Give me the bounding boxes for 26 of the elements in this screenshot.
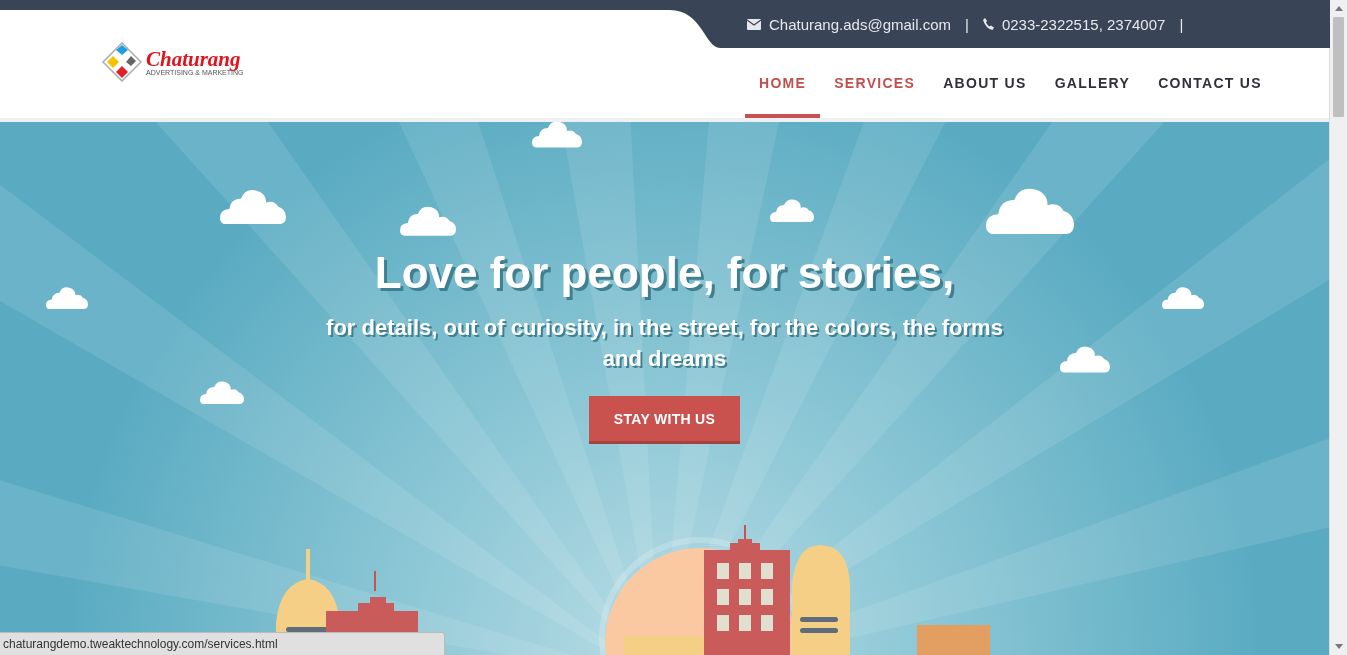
envelope-icon [747,18,761,30]
logo-icon [102,42,142,82]
hero-subtitle: for details, out of curiosity, in the street, for the colors, the forms and dreams [325,314,1004,373]
separator: | [1179,15,1184,33]
nav-link[interactable]: HOME [745,48,821,118]
cloud-icon [770,198,814,223]
status-url: chaturangdemo.tweaktechnology.com/services.html [0,632,445,655]
cloud-icon [1162,286,1204,310]
contact-text: 0233-2322515, 2374007 [1001,15,1166,33]
hero-title: Love for people, for stories, [374,248,955,298]
cloud-icon [400,205,456,236]
cloud-icon [220,188,286,225]
separator: | [965,15,969,33]
nav-link[interactable]: CONTACT US [1144,48,1276,118]
nav-link[interactable]: GALLERY [1040,48,1145,118]
scrollbar[interactable] [1329,0,1347,655]
contact-text: Chaturang.ads@gmail.com [769,15,951,33]
cloud-icon [46,286,88,310]
stay-with-us-button[interactable]: STAY WITH US [589,396,740,444]
cloud-icon [986,186,1074,235]
nav-link[interactable]: ABOUT US [929,48,1041,118]
cloud-icon [200,380,244,405]
phone-icon [982,18,994,30]
logo-name: Chaturang [146,48,241,69]
cloud-icon [1060,345,1110,373]
nav-link[interactable]: SERVICES [820,48,930,118]
